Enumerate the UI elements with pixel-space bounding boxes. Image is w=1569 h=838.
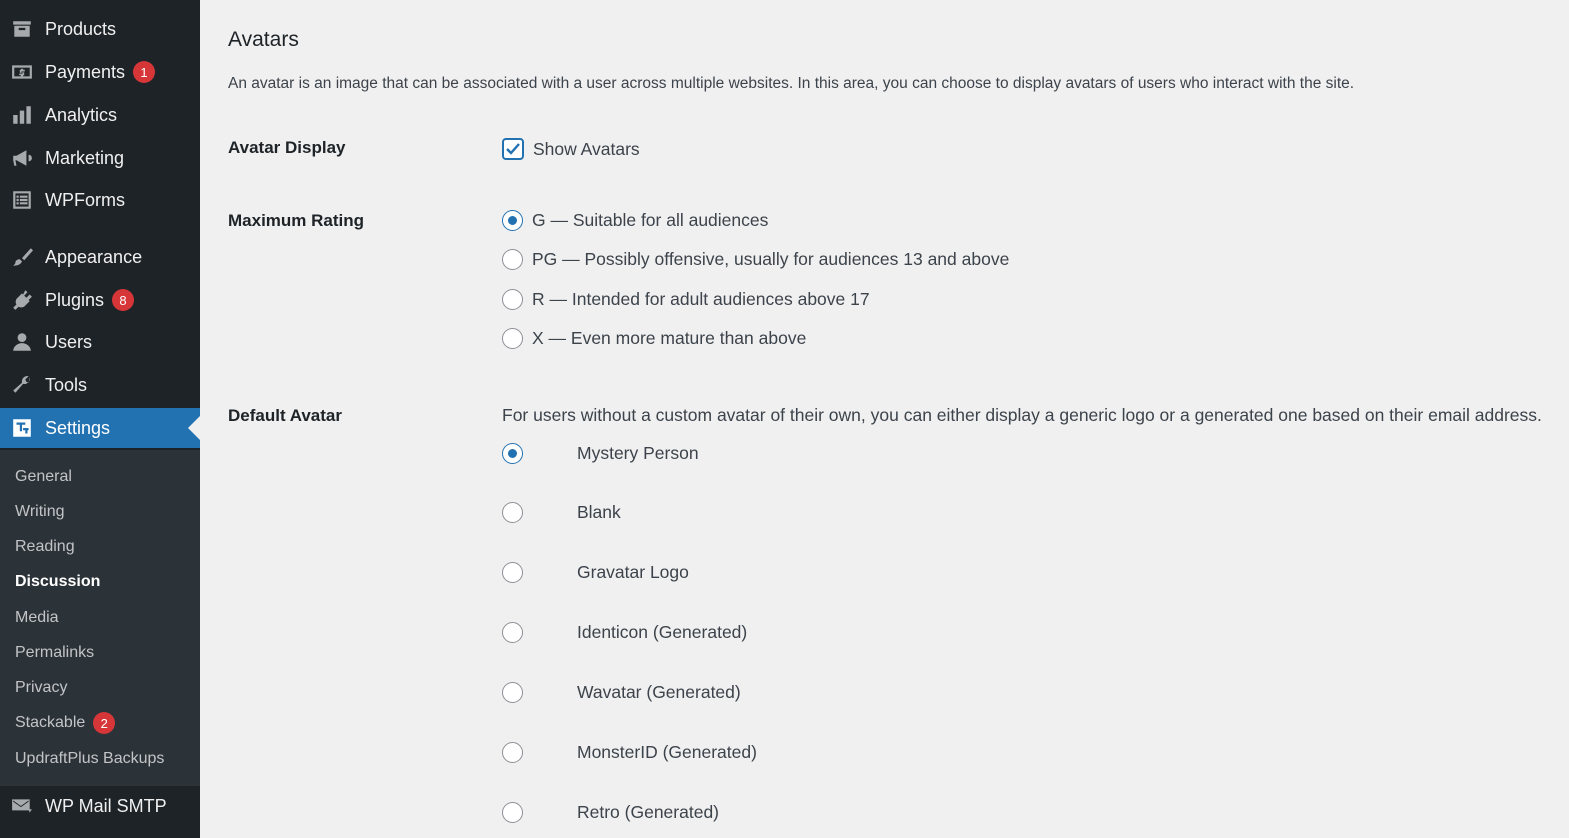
sidebar-item-analytics[interactable]: Analytics <box>0 95 200 135</box>
avatar-option-blank[interactable]: Blank <box>502 502 621 523</box>
sidebar-item-tools[interactable]: Tools <box>0 365 200 405</box>
bar-chart-icon <box>10 103 34 127</box>
submenu-item-general[interactable]: General <box>15 466 72 488</box>
sidebar-item-label: Users <box>45 331 93 352</box>
rating-option-label: PG — Possibly offensive, usually for aud… <box>532 249 1010 269</box>
avatar-option-label: Wavatar (Generated) <box>577 682 741 702</box>
avatar-display-label: Avatar Display <box>228 138 346 157</box>
default-avatar-description: For users without a custom avatar of the… <box>502 405 1542 425</box>
form-icon <box>10 188 34 212</box>
submenu-item-updraftplus-backups[interactable]: UpdraftPlus Backups <box>15 748 164 770</box>
submenu-item-privacy[interactable]: Privacy <box>15 677 67 699</box>
sidebar-item-label: Appearance <box>45 246 143 267</box>
submenu-item-label: Stackable <box>15 714 86 731</box>
sidebar-item-wpforms[interactable]: WPForms <box>0 180 200 220</box>
avatar-option-retro[interactable]: Retro (Generated) <box>502 802 719 823</box>
avatar-option-label: Blank <box>577 502 621 522</box>
active-indicator-arrow <box>188 416 200 440</box>
submenu-item-reading[interactable]: Reading <box>15 536 75 558</box>
sidebar-item-marketing[interactable]: Marketing <box>0 138 200 178</box>
mail-icon <box>10 794 34 818</box>
section-title: Avatars <box>228 28 299 51</box>
settings-icon <box>10 416 34 440</box>
sidebar-item-label: Payments <box>45 61 126 82</box>
sidebar-item-appearance[interactable]: Appearance <box>0 237 200 277</box>
rating-option-pg[interactable]: PG — Possibly offensive, usually for aud… <box>502 249 1009 270</box>
maximum-rating-label: Maximum Rating <box>228 211 365 230</box>
avatar-option-label: Mystery Person <box>577 443 699 463</box>
megaphone-icon <box>10 146 34 170</box>
avatar-option-identicon[interactable]: Identicon (Generated) <box>502 622 747 643</box>
avatar-option-label: MonsterID (Generated) <box>577 742 757 762</box>
sidebar-item-products[interactable]: Products <box>0 9 200 49</box>
sidebar-item-users[interactable]: Users <box>0 322 200 362</box>
sidebar-item-label: Products <box>45 18 117 39</box>
avatar-radio-monsterid[interactable] <box>502 742 523 763</box>
rating-option-label: X — Even more mature than above <box>532 328 807 348</box>
submenu-item-media[interactable]: Media <box>15 607 59 629</box>
avatar-radio-gravatar-logo[interactable] <box>502 562 523 583</box>
submenu-item-discussion[interactable]: Discussion <box>15 571 100 593</box>
rating-radio-g[interactable] <box>502 210 523 231</box>
paintbrush-icon <box>10 245 34 269</box>
sidebar-item-label: Marketing <box>45 147 125 168</box>
rating-option-r[interactable]: R — Intended for adult audiences above 1… <box>502 289 870 310</box>
submenu-item-writing[interactable]: Writing <box>15 501 65 523</box>
rating-radio-x[interactable] <box>502 328 523 349</box>
avatar-option-label: Gravatar Logo <box>577 562 689 582</box>
avatar-radio-identicon[interactable] <box>502 622 523 643</box>
sidebar-item-label: Plugins <box>45 289 105 310</box>
avatar-option-monsterid[interactable]: MonsterID (Generated) <box>502 742 757 763</box>
sidebar-item-label: Tools <box>45 374 88 395</box>
sidebar-item-label: WPForms <box>45 189 125 210</box>
avatar-radio-mystery-person[interactable] <box>502 443 523 464</box>
avatar-option-wavatar[interactable]: Wavatar (Generated) <box>502 682 741 703</box>
avatar-radio-blank[interactable] <box>502 502 523 523</box>
wrench-icon <box>10 373 34 397</box>
avatar-option-label: Retro (Generated) <box>577 802 720 822</box>
avatar-option-gravatar-logo[interactable]: Gravatar Logo <box>502 562 689 583</box>
admin-sidebar: Products Payments 1 Analytics Marketing … <box>0 0 200 838</box>
rating-radio-pg[interactable] <box>502 249 523 270</box>
rating-option-x[interactable]: X — Even more mature than above <box>502 328 806 349</box>
sidebar-item-wp-mail-smtp[interactable]: WP Mail SMTP <box>0 786 200 826</box>
archive-icon <box>10 17 34 41</box>
sidebar-item-label: WP Mail SMTP <box>45 795 167 816</box>
show-avatars-label: Show Avatars <box>533 138 640 159</box>
avatar-radio-retro[interactable] <box>502 802 523 823</box>
rating-option-label: R — Intended for adult audiences above 1… <box>532 289 870 309</box>
avatar-option-mystery-person[interactable]: Mystery Person <box>502 443 699 464</box>
section-description: An avatar is an image that can be associ… <box>228 75 1355 92</box>
user-icon <box>10 330 34 354</box>
sidebar-item-label: Analytics <box>45 104 118 125</box>
submenu-item-permalinks[interactable]: Permalinks <box>15 642 94 664</box>
sidebar-item-plugins[interactable]: Plugins 8 <box>0 280 200 320</box>
notification-badge: 1 <box>133 61 156 83</box>
sidebar-item-settings[interactable]: Settings <box>0 408 200 448</box>
settings-submenu: General Writing Reading Discussion Media… <box>0 450 200 786</box>
sidebar-item-label: Settings <box>45 417 111 438</box>
show-avatars-option[interactable]: Show Avatars <box>502 138 640 160</box>
notification-badge: 2 <box>93 712 116 734</box>
default-avatar-label: Default Avatar <box>228 406 342 425</box>
rating-option-label: G — Suitable for all audiences <box>532 210 769 230</box>
rating-option-g[interactable]: G — Suitable for all audiences <box>502 210 768 231</box>
plugin-icon <box>10 288 34 312</box>
notification-badge: 8 <box>112 289 135 311</box>
sidebar-item-payments[interactable]: Payments 1 <box>0 52 200 92</box>
avatar-option-label: Identicon (Generated) <box>577 622 748 642</box>
checkmark-icon <box>506 143 520 155</box>
avatar-radio-wavatar[interactable] <box>502 682 523 703</box>
rating-radio-r[interactable] <box>502 289 523 310</box>
submenu-item-stackable[interactable]: Stackable 2 <box>15 712 116 734</box>
show-avatars-checkbox[interactable] <box>502 138 524 160</box>
dollar-icon <box>10 60 34 84</box>
